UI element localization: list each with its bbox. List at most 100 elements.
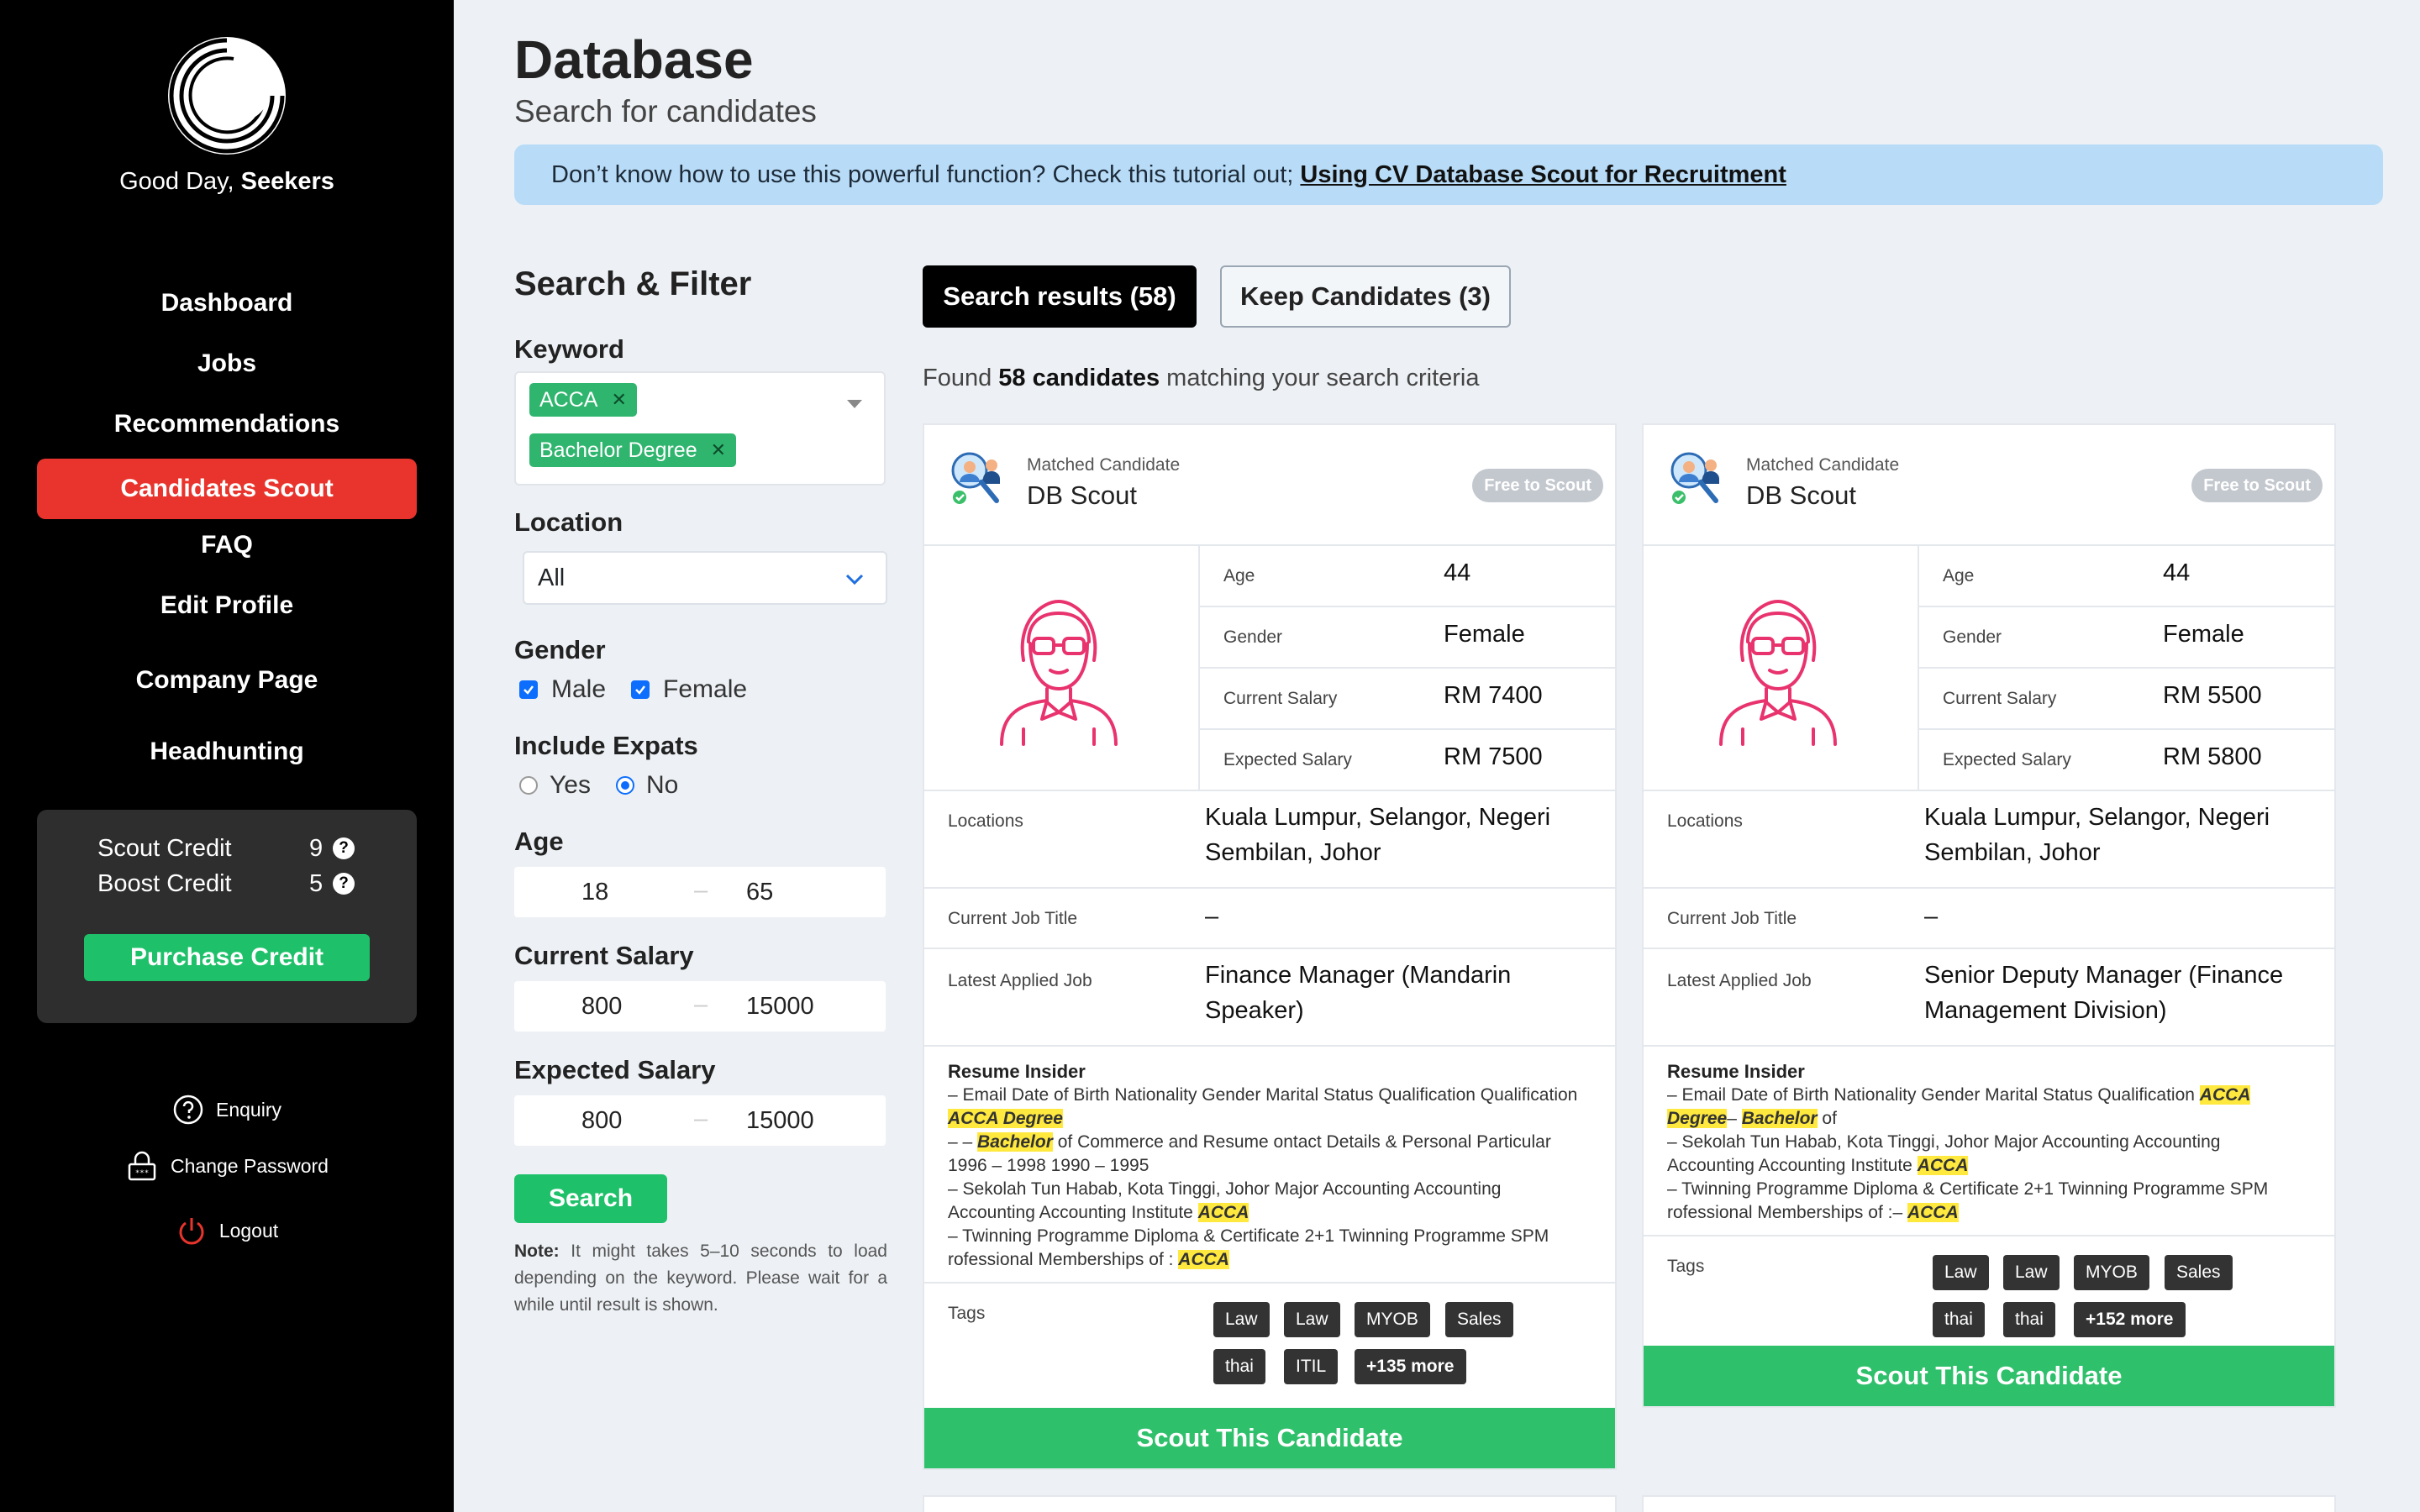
resume-line: – Sekolah Tun Habab, Kota Tinggi, Johor … bbox=[1667, 1131, 2311, 1178]
candidate-card: Matched Candidate DB Scout Free to Scout bbox=[923, 423, 1617, 1470]
enquiry-label: Enquiry bbox=[216, 1098, 281, 1121]
greeting-prefix: Good Day, bbox=[119, 168, 241, 195]
current-job-title-key: Current Job Title bbox=[948, 909, 1078, 928]
candidate-card-partial bbox=[1642, 1495, 2336, 1512]
expected-salary-range: 800 – 15000 bbox=[514, 1095, 886, 1146]
expected-salary-value: RM 5800 bbox=[2163, 743, 2262, 770]
nav-faq[interactable]: FAQ bbox=[37, 515, 417, 575]
tutorial-banner: Don’t know how to use this powerful func… bbox=[514, 144, 2383, 205]
current-salary-value: RM 7400 bbox=[1444, 682, 1543, 709]
note-text: It might takes 5–10 seconds to load depe… bbox=[514, 1242, 887, 1315]
tag-chip: thai bbox=[1933, 1302, 1985, 1337]
expected-salary-key: Expected Salary bbox=[1943, 750, 2071, 769]
resume-text: of bbox=[1817, 1109, 1837, 1128]
age-row: Age 44 bbox=[1919, 546, 2334, 607]
logout-link[interactable]: Logout bbox=[0, 1215, 454, 1247]
enquiry-link[interactable]: Enquiry bbox=[0, 1094, 454, 1126]
tutorial-link[interactable]: Using CV Database Scout for Recruitment bbox=[1300, 161, 1786, 188]
gender-row: Gender Female bbox=[1919, 607, 2334, 669]
keyword-highlight: ACCA bbox=[1907, 1203, 1959, 1222]
expected-salary-row: Expected Salary RM 5800 bbox=[1919, 730, 2334, 791]
gender-options: Male Female bbox=[519, 675, 747, 704]
locations-key: Locations bbox=[1667, 811, 1743, 831]
age-min-input[interactable]: 18 bbox=[581, 879, 608, 906]
resume-text: – – bbox=[948, 1132, 978, 1152]
boost-credit-label: Boost Credit bbox=[97, 869, 232, 897]
nav-recommendations[interactable]: Recommendations bbox=[37, 394, 417, 454]
expats-options: Yes No bbox=[519, 771, 678, 800]
tag-chip: Law bbox=[1933, 1255, 1989, 1290]
help-icon[interactable]: ? bbox=[333, 873, 355, 895]
age-key: Age bbox=[1223, 566, 1255, 585]
female-checkbox[interactable] bbox=[631, 680, 650, 699]
candidate-card: Matched Candidate DB Scout Free to Scout bbox=[1642, 423, 2336, 1408]
scout-candidate-button[interactable]: Scout This Candidate bbox=[1644, 1346, 2334, 1406]
current-salary-row: Current Salary RM 7400 bbox=[1200, 669, 1615, 730]
expats-yes-radio[interactable] bbox=[519, 776, 538, 795]
keyword-multiselect[interactable]: ACCA ✕ Bachelor Degree ✕ bbox=[514, 371, 886, 486]
female-label: Female bbox=[663, 675, 748, 703]
nav-jobs[interactable]: Jobs bbox=[37, 333, 417, 394]
locations-value: Kuala Lumpur, Selangor, Negeri Sembilan,… bbox=[1205, 804, 1551, 866]
keyword-chip: Bachelor Degree ✕ bbox=[529, 433, 737, 467]
expected-salary-min-input[interactable]: 800 bbox=[581, 1107, 622, 1135]
remove-chip-icon[interactable]: ✕ bbox=[711, 433, 726, 467]
location-select[interactable]: All bbox=[523, 551, 887, 605]
resume-line: – Email Date of Birth Nationality Gender… bbox=[1667, 1084, 2311, 1131]
age-label: Age bbox=[514, 827, 564, 856]
search-button[interactable]: Search bbox=[514, 1174, 667, 1223]
age-row: Age 44 bbox=[1200, 546, 1615, 607]
nav-headhunting[interactable]: Headhunting bbox=[37, 722, 417, 782]
tab-keep-candidates[interactable]: Keep Candidates (3) bbox=[1220, 265, 1511, 328]
greeting-name: Seekers bbox=[240, 168, 334, 195]
free-to-scout-badge: Free to Scout bbox=[2191, 469, 2323, 502]
purchase-credit-button[interactable]: Purchase Credit bbox=[84, 934, 370, 981]
scout-credit-label: Scout Credit bbox=[97, 834, 232, 862]
age-max-input[interactable]: 65 bbox=[746, 879, 773, 906]
gender-key: Gender bbox=[1943, 627, 2002, 647]
loading-note: Note: It might takes 5–10 seconds to loa… bbox=[514, 1238, 887, 1319]
range-separator: – bbox=[694, 1105, 708, 1132]
boost-credit-value: 5 bbox=[309, 869, 324, 897]
keyword-highlight: ACCA Degree bbox=[948, 1109, 1063, 1128]
tags-section: Tags Law Law MYOB Sales thai thai +152 more bbox=[1644, 1236, 2334, 1346]
nav-dashboard[interactable]: Dashboard bbox=[37, 273, 417, 333]
scout-credit-row: Scout Credit 9 ? bbox=[97, 832, 366, 865]
keyword-chip-label: ACCA bbox=[539, 388, 598, 412]
tab-search-results[interactable]: Search results (58) bbox=[923, 265, 1197, 328]
more-tags-button[interactable]: +152 more bbox=[2074, 1302, 2186, 1337]
nav-edit-profile[interactable]: Edit Profile bbox=[37, 575, 417, 636]
current-salary-min-input[interactable]: 800 bbox=[581, 993, 622, 1021]
sidebar: Good Day, Seekers Dashboard Jobs Recomme… bbox=[0, 0, 454, 1512]
scout-candidate-button[interactable]: Scout This Candidate bbox=[924, 1408, 1615, 1468]
caret-down-icon[interactable] bbox=[847, 400, 862, 408]
avatar-cell bbox=[924, 546, 1200, 791]
current-job-title-row: Current Job Title – bbox=[924, 889, 1615, 949]
tag-chip: thai bbox=[1213, 1349, 1265, 1384]
tags-key: Tags bbox=[948, 1304, 986, 1323]
change-password-link[interactable]: *** Change Password bbox=[0, 1149, 454, 1183]
location-value: All bbox=[538, 564, 566, 591]
resume-text: – Email Date of Birth Nationality Gender… bbox=[948, 1085, 1578, 1105]
info-grid: Age 44 Gender Female Current Salary RM 5… bbox=[1644, 546, 2334, 791]
expected-salary-max-input[interactable]: 15000 bbox=[746, 1107, 814, 1135]
current-salary-range: 800 – 15000 bbox=[514, 981, 886, 1032]
nav-candidates-scout[interactable]: Candidates Scout bbox=[37, 459, 417, 519]
remove-chip-icon[interactable]: ✕ bbox=[611, 383, 626, 417]
male-checkbox[interactable] bbox=[519, 680, 538, 699]
info-grid: Age 44 Gender Female Current Salary RM 7… bbox=[924, 546, 1615, 791]
help-icon[interactable]: ? bbox=[333, 837, 355, 859]
tutorial-text: Don’t know how to use this powerful func… bbox=[551, 161, 1301, 188]
resume-lines: – Email Date of Birth Nationality Gender… bbox=[948, 1084, 1591, 1272]
resume-text: – Twinning Programme Diploma & Certifica… bbox=[1667, 1179, 2269, 1222]
filter-title: Search & Filter bbox=[514, 265, 752, 302]
nav-company-page[interactable]: Company Page bbox=[37, 650, 417, 711]
more-tags-button[interactable]: +135 more bbox=[1355, 1349, 1466, 1384]
current-salary-key: Current Salary bbox=[1223, 689, 1338, 708]
current-salary-max-input[interactable]: 15000 bbox=[746, 993, 814, 1021]
expected-salary-key: Expected Salary bbox=[1223, 750, 1352, 769]
current-job-title-value: – bbox=[1924, 903, 1939, 930]
gender-value: Female bbox=[2163, 621, 2244, 648]
expats-no-radio[interactable] bbox=[615, 776, 634, 795]
keyword-highlight: ACCA bbox=[1178, 1250, 1229, 1269]
